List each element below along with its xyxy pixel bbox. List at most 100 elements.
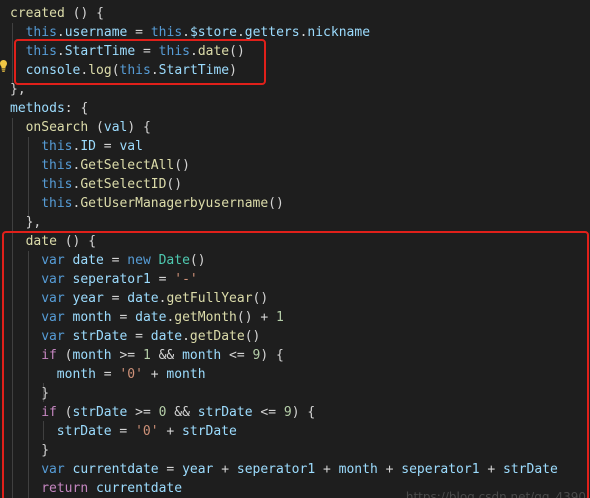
code-line[interactable]: month = '0' + month <box>57 365 206 384</box>
code-token: this <box>158 44 190 59</box>
code-token: getters <box>244 25 300 40</box>
code-token: this <box>41 139 73 154</box>
code-line[interactable]: if (strDate >= 0 && strDate <= 9) { <box>41 403 315 422</box>
code-token: if <box>41 348 57 363</box>
code-token: () <box>229 44 245 59</box>
code-token: var <box>41 310 65 325</box>
code-line[interactable]: this.GetUserManagerbyusername() <box>41 194 284 213</box>
code-token: <= <box>252 405 284 420</box>
code-token: ( <box>56 348 73 363</box>
code-line[interactable]: var month = date.getMonth() + 1 <box>41 308 284 327</box>
code-token: month <box>182 348 222 363</box>
code-line[interactable]: methods: { <box>10 99 88 118</box>
code-token: >= <box>127 405 159 420</box>
code-line[interactable]: date () { <box>26 232 96 251</box>
code-token: . <box>182 25 190 40</box>
code-token: GetUserManagerbyusername <box>80 196 269 211</box>
code-token: ( <box>88 120 104 135</box>
lightbulb-icon[interactable] <box>0 60 7 72</box>
code-token: this <box>25 25 57 40</box>
code-line[interactable]: var date = new Date() <box>41 251 205 270</box>
code-token: this <box>150 25 183 40</box>
code-token: GetSelectID <box>80 177 167 192</box>
code-token: getMonth <box>174 310 237 325</box>
code-editor[interactable]: created () {this.username = this.$store.… <box>0 0 590 498</box>
code-token: ) { <box>127 120 151 135</box>
code-token: 9 <box>283 405 292 420</box>
code-token: >= <box>111 348 143 363</box>
code-token: = <box>103 253 128 268</box>
code-token: () { <box>64 6 104 21</box>
code-token: ( <box>111 63 120 78</box>
code-token: month <box>338 462 378 477</box>
code-token: () <box>174 158 190 173</box>
code-token: strDate <box>182 424 237 439</box>
code-token: strDate <box>197 405 253 420</box>
code-line[interactable]: this.username = this.$store.getters.nick… <box>26 23 370 42</box>
code-token: date <box>197 44 230 59</box>
code-token: GetSelectAll <box>80 158 175 173</box>
code-line[interactable]: onSearch (val) { <box>26 118 151 137</box>
code-line[interactable]: var strDate = date.getDate() <box>41 327 260 346</box>
code-token: date <box>25 234 57 249</box>
code-line[interactable]: return currentdate <box>41 479 182 498</box>
code-token: + <box>142 367 167 382</box>
code-token: <= <box>221 348 253 363</box>
code-token: '0' <box>119 367 143 382</box>
code-token: this <box>41 196 73 211</box>
code-token: && <box>150 348 183 363</box>
code-token: date <box>72 253 104 268</box>
code-token: currentdate <box>72 462 159 477</box>
code-token: currentdate <box>95 481 183 496</box>
code-token: this <box>41 158 73 173</box>
code-token: return <box>41 481 89 496</box>
code-token: date <box>135 310 167 325</box>
code-line[interactable]: this.GetSelectAll() <box>41 156 190 175</box>
code-token: $store <box>189 25 237 40</box>
code-line[interactable]: this.GetSelectID() <box>41 175 182 194</box>
code-token: && <box>166 405 198 420</box>
code-line[interactable]: }, <box>10 80 26 99</box>
code-line[interactable]: if (month >= 1 && month <= 9) { <box>41 346 284 365</box>
code-line[interactable]: this.StartTime = this.date() <box>26 42 245 61</box>
code-line[interactable]: } <box>41 441 49 460</box>
code-token: strDate <box>72 405 128 420</box>
code-token: seperator1 <box>72 272 151 287</box>
code-token: = <box>95 139 120 154</box>
code-line[interactable]: this.ID = val <box>41 137 143 156</box>
watermark-text: https://blog.csdn.net/qq_4390 <box>405 490 586 498</box>
code-token: onSearch <box>25 120 89 135</box>
code-token: '-' <box>174 272 198 287</box>
code-token: . <box>56 25 65 40</box>
code-token: = <box>150 272 175 287</box>
code-line[interactable]: var year = date.getFullYear() <box>41 289 268 308</box>
code-token: ID <box>80 139 96 154</box>
code-token: nickname <box>307 25 371 40</box>
code-line[interactable]: var seperator1 = '-' <box>41 270 198 289</box>
code-token: + <box>315 462 339 477</box>
code-token: . <box>56 44 65 59</box>
code-line[interactable]: created () { <box>10 4 104 23</box>
code-token: + <box>479 462 504 477</box>
indent-guide <box>28 137 29 217</box>
code-token: . <box>189 44 198 59</box>
code-token: created <box>10 6 65 21</box>
code-line[interactable]: strDate = '0' + strDate <box>57 422 237 441</box>
code-token: val <box>119 139 143 154</box>
indent-guide <box>12 23 13 84</box>
code-token: username <box>64 25 128 40</box>
code-line[interactable]: } <box>41 384 49 403</box>
indent-guide <box>12 118 13 498</box>
code-line[interactable]: console.log(this.StartTime) <box>26 61 237 80</box>
code-line[interactable]: var currentdate = year + seperator1 + mo… <box>41 460 558 479</box>
code-line[interactable]: }, <box>26 213 42 232</box>
code-token: 1 <box>276 310 284 325</box>
code-token: '0' <box>135 424 159 439</box>
code-token: year <box>182 462 214 477</box>
code-token: new <box>127 253 151 268</box>
code-token: . <box>236 25 245 40</box>
code-token: var <box>41 329 65 344</box>
